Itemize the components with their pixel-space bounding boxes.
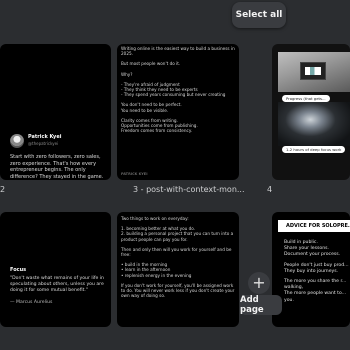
signature: PATRICK KYEI	[121, 172, 148, 176]
paragraph: - They're afraid of judgment - They thin…	[121, 81, 226, 98]
page-caption-3[interactable]: 3 - post-with-context-mon...	[133, 185, 245, 194]
paragraph: Two things to work on everyday:	[121, 216, 189, 221]
page-thumbnail-7[interactable]: ADVICE FOR SOLOPRE... Build in public. S…	[272, 212, 350, 327]
advice-header: ADVICE FOR SOLOPRE...	[278, 220, 350, 232]
paragraph: • build in the morning • learn in the af…	[121, 262, 192, 278]
paragraph: Clarity comes from writing. Opportunitie…	[121, 117, 198, 134]
author-handle: @thepatrickyei	[28, 141, 59, 146]
post-body: Writing online is the easiest way to bui…	[121, 46, 239, 138]
paragraph: Build in public. Share your lessons. Doc…	[284, 240, 341, 258]
plus-icon[interactable]: +	[248, 272, 270, 294]
paragraph: You don't need to be perfect. You need t…	[121, 102, 182, 113]
quote-text: "Don't waste what remains of your life i…	[10, 276, 104, 293]
quote-title: Focus	[10, 267, 27, 273]
paragraph: Writing online is the easiest way to bui…	[121, 46, 235, 57]
page-caption-2: 2	[0, 185, 6, 194]
avatar	[10, 134, 24, 148]
page-thumbnail-5[interactable]: Focus "Don't waste what remains of your …	[0, 212, 111, 327]
paragraph: Why?	[121, 71, 133, 77]
photo-label: Progress (that gets...	[282, 95, 330, 102]
page-thumbnail-4[interactable]: Progress (that gets... 1-2 hours of deep…	[272, 44, 350, 180]
laptop-photo	[278, 52, 350, 92]
paragraph: But most people won't do it.	[121, 61, 181, 67]
add-page-button[interactable]: Add page	[240, 295, 282, 315]
paragraph: Then and only then will you work for you…	[121, 246, 232, 258]
quote-author: — Marcus Aurelius	[10, 300, 53, 305]
page-thumbnail-2[interactable]: Patrick Kyei @thepatrickyei Start with z…	[0, 44, 111, 180]
post-body: Start with zero followers, zero sales, z…	[10, 154, 104, 180]
post-body: Build in public. Share your lessons. Doc…	[284, 240, 350, 308]
author-name: Patrick Kyei	[28, 134, 62, 140]
photo-label: 1-2 hours of deep focus work	[282, 146, 346, 153]
dark-desk-photo	[278, 102, 350, 146]
paragraph: If you don't work for yourself, you'll b…	[121, 282, 235, 299]
post-body: Two things to work on everyday: 1. becom…	[121, 216, 237, 303]
page-thumbnail-3[interactable]: Writing online is the easiest way to bui…	[117, 44, 239, 180]
paragraph: The more you share the r... walking, The…	[284, 279, 347, 303]
page-caption-4: 4	[267, 185, 273, 194]
paragraph: People don't just buy prod... They buy i…	[284, 262, 349, 274]
page-thumbnail-6[interactable]: Two things to work on everyday: 1. becom…	[117, 212, 239, 327]
select-all-button[interactable]: Select all	[232, 2, 286, 28]
paragraph: 1. becoming better at what you do. 2. bu…	[121, 226, 234, 242]
